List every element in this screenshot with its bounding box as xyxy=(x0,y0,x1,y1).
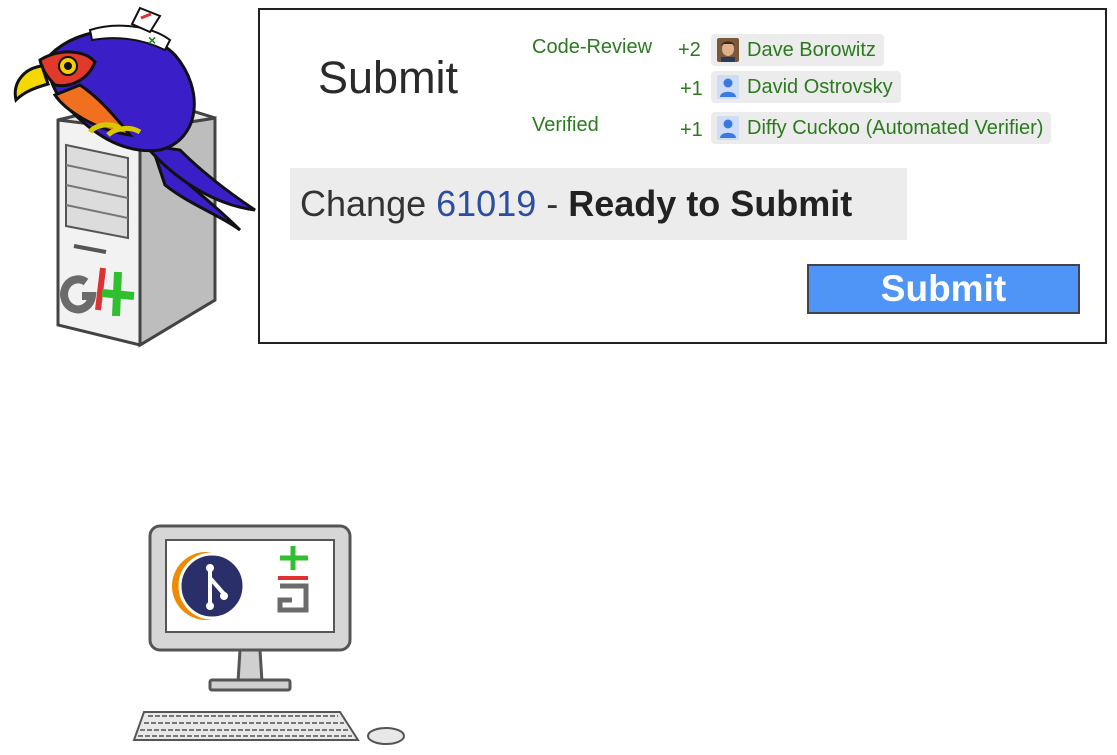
vote-value: +2 xyxy=(678,39,701,61)
reviewer-name: David Ostrovsky xyxy=(747,75,893,98)
desktop-computer-illustration xyxy=(132,524,405,745)
monitor xyxy=(148,524,352,692)
git-logo-icon xyxy=(172,552,246,620)
gerrit-server-illustration: × xyxy=(13,6,256,348)
change-status-bar: Change 61019 - Ready to Submit xyxy=(290,168,907,240)
panel-title: Submit xyxy=(318,52,459,103)
reviewer-photo-avatar xyxy=(717,38,739,62)
change-number-link[interactable]: 61019 xyxy=(436,183,536,225)
reviewer-name: Diffy Cuckoo (Automated Verifier) xyxy=(747,116,1044,139)
vote-value: +1 xyxy=(680,78,703,100)
reviewer-chip-david-ostrovsky[interactable]: David Ostrovsky xyxy=(711,71,901,103)
reviewer-chip-dave-borowitz[interactable]: Dave Borowitz xyxy=(711,34,884,66)
mouse xyxy=(367,727,405,745)
keyboard xyxy=(132,711,360,741)
change-prefix: Change xyxy=(300,183,427,224)
reviewer-chip-diffy-cuckoo[interactable]: Diffy Cuckoo (Automated Verifier) xyxy=(711,112,1052,144)
default-avatar-icon xyxy=(717,75,739,99)
default-avatar-icon xyxy=(717,116,739,140)
svg-text:×: × xyxy=(148,32,156,48)
person-photo-icon xyxy=(717,38,739,62)
submit-button[interactable]: Submit xyxy=(807,264,1080,314)
status-separator: - xyxy=(546,183,559,224)
reviewer-name: Dave Borowitz xyxy=(747,38,876,61)
label-code-review: Code-Review xyxy=(532,36,653,58)
vote-value: +1 xyxy=(680,119,703,141)
change-state: Ready to Submit xyxy=(568,183,853,224)
change-review-panel: Submit Code-Review +2 Dave Borowitz +1 D… xyxy=(258,8,1107,344)
label-verified: Verified xyxy=(532,114,599,136)
